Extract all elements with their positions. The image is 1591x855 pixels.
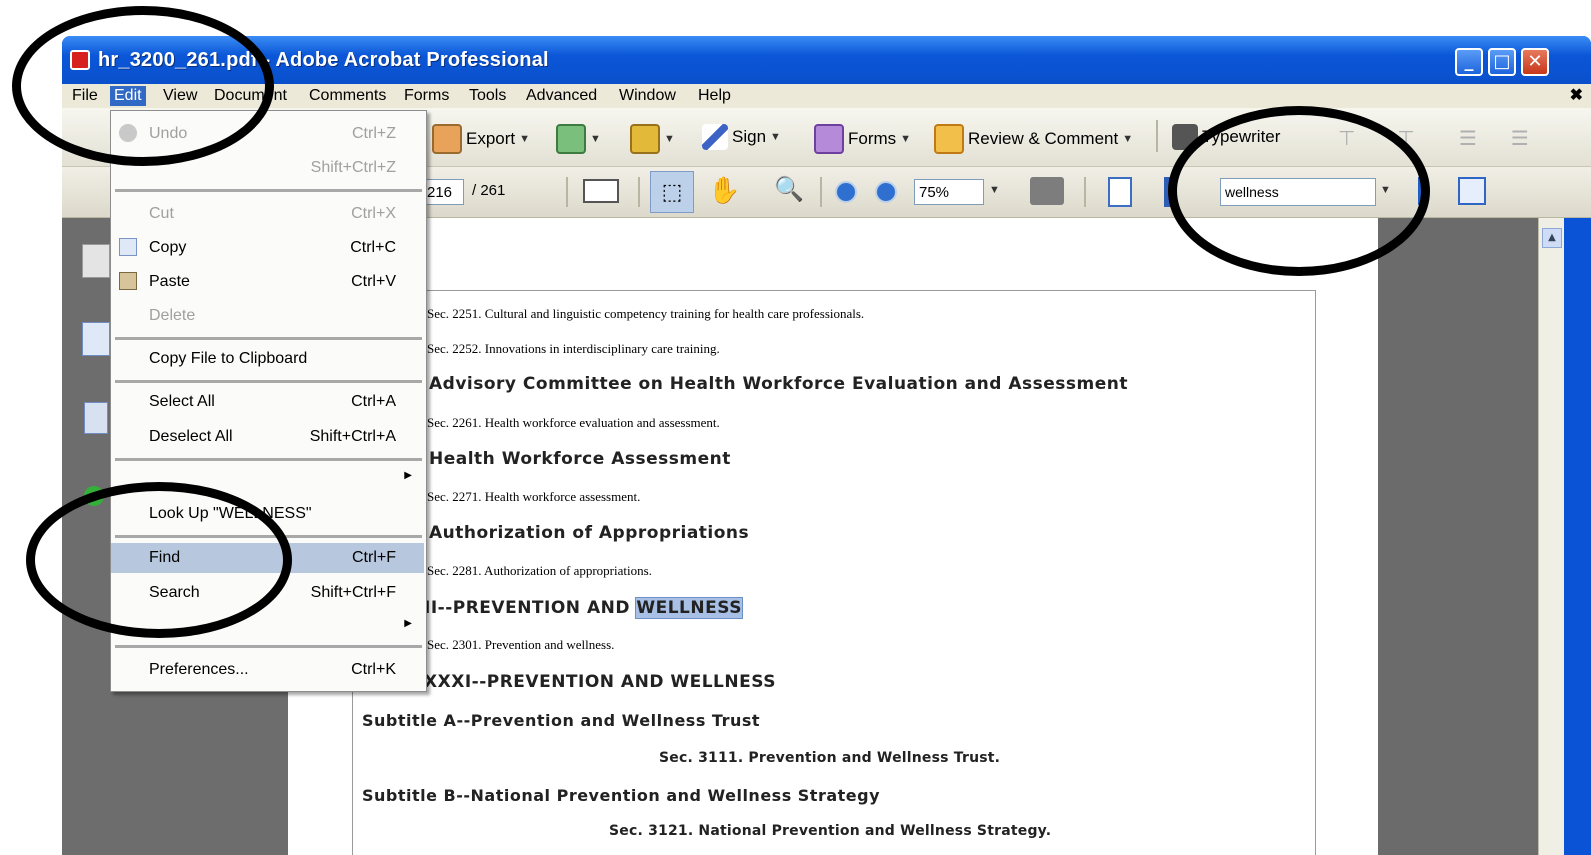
document-margin [1378,218,1538,855]
review-comment-button[interactable]: Review & Comment ▼ [934,124,1133,154]
toc-heading: XXXI--PREVENTION AND WELLNESS [424,672,776,692]
snapshot-icon[interactable] [1030,177,1064,205]
menu-tools[interactable]: Tools [465,86,510,106]
forms-icon [814,124,844,154]
toc-line: Sec. 2252. Innovations in interdisciplin… [427,341,720,356]
toc-section: Sec. 3121. National Prevention and Welln… [609,823,1052,839]
zoom-in-icon[interactable] [875,181,897,203]
toolbar-separator [820,177,822,207]
annotation-circle-edit-menu [12,6,274,166]
menu-item-paste[interactable]: Paste Ctrl+V [111,267,424,297]
menu-separator [115,337,422,340]
menu-window[interactable]: Window [615,86,680,106]
annotation-circle-find-item [26,482,292,638]
page-total: / 261 [472,182,506,199]
menu-bar: File Edit View Document Comments Forms T… [62,84,1591,108]
dropdown-arrow-icon: ▼ [519,133,531,145]
paragraph-spacing-icon[interactable]: ☰ [1511,126,1529,151]
search-highlight: WELLNESS [635,597,743,619]
toolbar-separator [566,177,568,207]
line-spacing-icon[interactable]: ☰ [1459,126,1477,151]
secure-button[interactable]: ▼ [556,124,601,154]
zoom-level-input[interactable]: 75% [914,179,984,205]
close-button[interactable]: ✕ [1521,48,1549,76]
submenu-arrow-icon: ▶ [404,618,412,629]
toolbar-separator [1084,177,1086,207]
copy-icon [119,238,137,256]
menu-advanced[interactable]: Advanced [522,86,601,106]
pages-icon[interactable] [82,244,110,278]
toc-line: Sec. 2301. Prevention and wellness. [427,637,615,652]
toolbar-separator [1156,120,1158,152]
page-number-input[interactable]: 216 [422,179,464,205]
dropdown-arrow-icon: ▼ [590,133,601,145]
menu-separator [115,645,422,648]
menu-separator [115,189,422,192]
menu-separator [115,458,422,461]
menu-close-icon[interactable]: ✖ [1570,85,1583,105]
export-button[interactable]: Export ▼ [432,124,530,154]
menu-help[interactable]: Help [694,86,735,106]
submenu-arrow-icon: ▶ [404,470,412,481]
export-label: Export [466,129,516,148]
toc-line: Sec. 2271. Health workforce assessment. [427,489,641,504]
toc-heading-text: II--PREVENTION AND [424,598,637,618]
toc-heading: Health Workforce Assessment [429,449,731,469]
toc-heading: Advisory Committee on Health Workforce E… [429,374,1128,394]
menu-item-preferences[interactable]: Preferences... Ctrl+K [111,655,424,685]
toc-line: Sec. 2281. Authorization of appropriatio… [427,563,652,578]
menu-item-copy[interactable]: Copy Ctrl+C [111,233,424,263]
toc-subtitle: Subtitle A--Prevention and Wellness Trus… [362,711,761,730]
dropdown-arrow-icon: ▼ [1122,133,1134,145]
hand-tool-icon[interactable]: ✋ [708,175,740,206]
dropdown-arrow-icon: ▼ [900,133,912,145]
pen-icon [702,124,728,150]
sign-label: Sign [732,127,767,146]
review-icon [934,124,964,154]
menu-item-select-all[interactable]: Select All Ctrl+A [111,387,424,417]
menu-item-cut[interactable]: Cut Ctrl+X [111,199,424,229]
toc-heading: II--PREVENTION AND WELLNESS [424,597,743,619]
toolbar-separator [638,177,640,207]
page-view-icon[interactable] [583,179,619,203]
minimize-button[interactable]: _ [1455,48,1483,76]
toc-line: Sec. 2261. Health workforce evaluation a… [427,415,720,430]
menu-item-delete[interactable]: Delete [111,301,424,331]
zoom-dropdown-icon[interactable]: ▼ [989,184,1000,196]
toc-line: Sec. 2251. Cultural and linguistic compe… [427,306,865,321]
lock-button[interactable]: ▼ [630,124,675,154]
dropdown-arrow-icon: ▼ [664,133,675,145]
menu-item-copy-file-to-clipboard[interactable]: Copy File to Clipboard [111,344,424,374]
forms-label: Forms [848,129,897,148]
bookmarks-icon[interactable] [82,322,110,356]
annotation-circle-search-field [1168,106,1430,276]
zoom-out-icon[interactable] [835,181,857,203]
title-bar: hr_3200_261.pdf - Adobe Acrobat Professi… [62,36,1591,84]
vertical-scrollbar[interactable]: ▲ [1538,218,1565,855]
select-tool-icon[interactable]: ⬚ [650,171,694,213]
fit-page-icon[interactable] [1108,177,1132,207]
zoom-tool-icon[interactable]: 🔍 [774,175,804,204]
forms-button[interactable]: Forms ▼ [814,124,911,154]
lock-icon [630,124,660,154]
paste-icon [119,272,137,290]
maximize-button[interactable]: □ [1488,48,1516,76]
toc-section: Sec. 3111. Prevention and Wellness Trust… [659,750,1001,766]
menu-item-deselect-all[interactable]: Deselect All Shift+Ctrl+A [111,422,424,452]
menu-comments[interactable]: Comments [305,86,390,106]
menu-separator [115,380,422,383]
toc-subtitle: Subtitle B--National Prevention and Well… [362,786,881,805]
sign-button[interactable]: Sign ▼ [702,124,781,150]
window-border [1564,218,1591,855]
find-next-icon[interactable] [1458,177,1486,205]
review-label: Review & Comment [968,129,1119,148]
toc-heading: Authorization of Appropriations [429,523,750,543]
menu-forms[interactable]: Forms [400,86,453,106]
dropdown-arrow-icon: ▼ [770,131,781,143]
scroll-up-icon[interactable]: ▲ [1542,228,1562,248]
export-icon [432,124,462,154]
secure-icon [556,124,586,154]
signatures-icon[interactable] [84,402,108,434]
